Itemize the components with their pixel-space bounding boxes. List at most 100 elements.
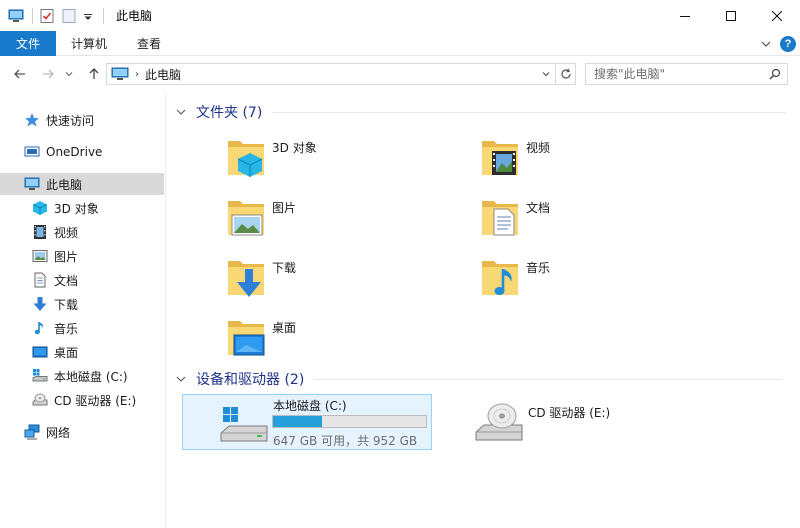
folder-label: 下载 xyxy=(272,260,297,275)
folder-3d-objects-icon xyxy=(224,135,268,179)
help-icon[interactable]: ? xyxy=(780,35,796,52)
breadcrumb-item[interactable]: 此电脑 xyxy=(145,66,181,83)
minimize-button[interactable] xyxy=(662,0,708,31)
folder-tile-downloads[interactable]: 下载 xyxy=(224,249,296,305)
nav-item-desktop[interactable]: 桌面 xyxy=(0,341,164,363)
folder-documents-icon xyxy=(478,195,522,239)
arrow-up-icon xyxy=(89,68,99,79)
cd-drive-icon xyxy=(32,392,48,408)
address-history-button[interactable] xyxy=(537,64,555,84)
ribbon: 文件 计算机 查看 ? xyxy=(0,30,800,56)
folder-downloads-icon xyxy=(224,255,268,299)
nav-item-label: 下载 xyxy=(54,297,79,312)
folder-tile-videos[interactable]: 视频 xyxy=(478,129,550,185)
expand-ribbon-button[interactable] xyxy=(760,38,772,50)
close-icon xyxy=(772,10,782,21)
title-bar: 此电脑 xyxy=(0,0,800,31)
refresh-button[interactable] xyxy=(555,64,575,84)
tab-view[interactable]: 查看 xyxy=(122,31,176,56)
drive-tile-cd-drive[interactable]: CD 驱动器 (E:) xyxy=(472,394,722,450)
breadcrumb-separator-icon[interactable]: › xyxy=(135,69,139,80)
nav-item-network[interactable]: 网络 xyxy=(0,421,164,443)
nav-item-label: 文档 xyxy=(54,273,79,288)
group-header-folders[interactable]: 文件夹 (7) xyxy=(174,102,787,122)
network-icon xyxy=(24,424,40,440)
nav-item-local-disk[interactable]: 本地磁盘 (C:) xyxy=(0,365,164,387)
chevron-down-icon xyxy=(174,105,188,119)
quick-access-toolbar xyxy=(0,0,110,31)
nav-item-videos[interactable]: 视频 xyxy=(0,221,164,243)
search-icon[interactable] xyxy=(763,68,787,80)
hard-drive-windows-icon xyxy=(219,405,269,445)
folder-tile-desktop[interactable]: 桌面 xyxy=(224,309,296,365)
nav-item-music[interactable]: 音乐 xyxy=(0,317,164,339)
maximize-button[interactable] xyxy=(708,0,754,31)
address-row: › 此电脑 xyxy=(0,56,800,93)
nav-item-downloads[interactable]: 下载 xyxy=(0,293,164,315)
customize-toolbar-icon[interactable] xyxy=(83,8,93,24)
group-divider xyxy=(314,378,783,380)
tab-computer[interactable]: 计算机 xyxy=(56,31,122,56)
star-icon xyxy=(24,112,40,128)
nav-item-3d-objects[interactable]: 3D 对象 xyxy=(0,197,164,219)
folder-label: 文档 xyxy=(526,200,551,215)
nav-item-label: OneDrive xyxy=(46,145,103,159)
folder-desktop-icon xyxy=(224,315,268,359)
search-input[interactable] xyxy=(586,64,763,84)
folder-label: 桌面 xyxy=(272,320,297,335)
nav-item-this-pc[interactable]: 此电脑 xyxy=(0,173,164,195)
minimize-icon xyxy=(680,15,690,17)
content-pane: 文件夹 (7) 3D 对象 视频 图片 文档 下载 音乐 桌面 设备和驱动器 (… xyxy=(166,93,800,528)
nav-item-label: 网络 xyxy=(46,425,71,440)
group-header-drives[interactable]: 设备和驱动器 (2) xyxy=(174,369,783,389)
nav-item-documents[interactable]: 文档 xyxy=(0,269,164,291)
search-box[interactable] xyxy=(585,63,788,85)
nav-item-quick-access[interactable]: 快速访问 xyxy=(0,109,164,131)
tab-file[interactable]: 文件 xyxy=(0,30,57,56)
folder-tile-3d-objects[interactable]: 3D 对象 xyxy=(224,129,317,185)
folder-tile-music[interactable]: 音乐 xyxy=(478,249,550,305)
drive-usage-bar xyxy=(272,415,427,428)
chevron-down-icon xyxy=(761,41,771,47)
up-button[interactable] xyxy=(86,66,102,82)
address-bar[interactable]: › 此电脑 xyxy=(106,63,576,85)
nav-item-label: 视频 xyxy=(54,225,79,240)
download-arrow-icon xyxy=(32,296,48,312)
maximize-icon xyxy=(726,10,736,21)
drive-usage-fill xyxy=(273,416,322,427)
computer-icon xyxy=(111,67,129,81)
cd-drive-icon xyxy=(474,402,524,444)
folder-tile-pictures[interactable]: 图片 xyxy=(224,189,296,245)
nav-item-label: 桌面 xyxy=(54,345,79,360)
music-note-icon xyxy=(32,320,48,336)
folder-label: 图片 xyxy=(272,200,297,215)
properties-icon[interactable] xyxy=(39,8,55,24)
nav-item-pictures[interactable]: 图片 xyxy=(0,245,164,267)
new-folder-icon[interactable] xyxy=(61,8,77,24)
computer-icon[interactable] xyxy=(8,8,24,24)
recent-locations-button[interactable] xyxy=(64,66,74,82)
folder-label: 视频 xyxy=(526,140,551,155)
nav-item-label: CD 驱动器 (E:) xyxy=(54,393,137,408)
group-header-label: 设备和驱动器 (2) xyxy=(196,372,305,388)
picture-icon xyxy=(32,248,48,264)
drive-label: 本地磁盘 (C:) xyxy=(273,399,347,413)
toolbar-divider xyxy=(32,7,33,24)
back-button[interactable] xyxy=(12,66,28,82)
drive-label: CD 驱动器 (E:) xyxy=(528,406,611,420)
chevron-down-icon xyxy=(542,72,550,77)
refresh-icon xyxy=(560,68,571,79)
forward-button[interactable] xyxy=(40,66,56,82)
group-header-label: 文件夹 (7) xyxy=(196,105,263,121)
hard-drive-icon xyxy=(32,368,48,384)
nav-item-label: 图片 xyxy=(54,249,79,264)
folder-tile-documents[interactable]: 文档 xyxy=(478,189,550,245)
nav-item-label: 音乐 xyxy=(54,321,79,336)
window-title: 此电脑 xyxy=(116,9,153,23)
close-button[interactable] xyxy=(754,0,800,31)
nav-item-cd-drive[interactable]: CD 驱动器 (E:) xyxy=(0,389,164,411)
nav-item-label: 3D 对象 xyxy=(54,201,99,216)
nav-item-onedrive[interactable]: OneDrive xyxy=(0,141,164,163)
cube-icon xyxy=(32,200,48,216)
drive-tile-local-disk[interactable]: 本地磁盘 (C:) 647 GB 可用，共 952 GB xyxy=(182,394,432,450)
